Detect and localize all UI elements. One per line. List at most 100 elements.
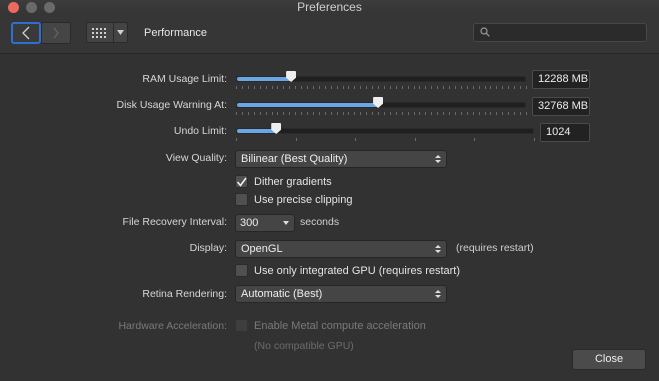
slider-tick — [366, 86, 368, 89]
slider-tick — [253, 86, 255, 89]
show-all-dropdown[interactable] — [114, 22, 128, 43]
retina-rendering-select[interactable]: Automatic (Best) — [235, 285, 447, 303]
slider-tick — [295, 86, 297, 89]
dither-gradients-checkbox[interactable] — [235, 175, 248, 188]
slider-tick — [372, 86, 374, 89]
slider-tick — [241, 112, 243, 115]
toolbar: Performance — [0, 15, 659, 54]
slider-tick — [324, 112, 326, 115]
slider-tick — [342, 86, 344, 89]
show-all-button[interactable] — [86, 22, 114, 43]
slider-tick — [336, 86, 338, 89]
view-quality-select[interactable]: Bilinear (Best Quality) — [235, 150, 447, 168]
slider-tick — [307, 112, 309, 115]
slider-tick — [277, 86, 279, 89]
slider-tick — [431, 86, 433, 89]
file-recovery-combo[interactable]: 300 — [235, 214, 295, 232]
disk-warning-slider[interactable] — [236, 97, 527, 120]
slider-tick — [520, 112, 522, 115]
metal-compute-checkbox — [235, 319, 248, 332]
display-select[interactable]: OpenGL — [235, 240, 447, 258]
precise-clipping-label[interactable]: Use precise clipping — [254, 194, 352, 206]
display-label: Display: — [189, 242, 227, 254]
back-button[interactable] — [11, 22, 41, 44]
slider-tick — [253, 112, 255, 115]
hardware-acceleration-label: Hardware Acceleration: — [118, 320, 227, 332]
dither-gradients-label[interactable]: Dither gradients — [254, 176, 332, 188]
title-bar: Preferences — [0, 0, 659, 15]
slider-tick — [425, 112, 427, 115]
slider-tick — [330, 86, 332, 89]
slider-tick — [514, 86, 516, 89]
slider-tick — [295, 138, 297, 141]
search-icon — [480, 27, 490, 37]
slider-tick — [395, 86, 397, 89]
slider-tick — [277, 112, 279, 115]
slider-tick — [289, 112, 291, 115]
disk-warning-value[interactable]: 32768 MB — [532, 97, 590, 116]
slider-tick — [514, 112, 516, 115]
section-title: Performance — [144, 27, 207, 39]
slider-tick — [454, 86, 456, 89]
slider-tick — [336, 112, 338, 115]
slider-tick — [526, 86, 527, 89]
search-input[interactable] — [494, 25, 646, 42]
slider-tick — [490, 86, 492, 89]
integrated-gpu-label[interactable]: Use only integrated GPU (requires restar… — [254, 265, 460, 277]
integrated-gpu-checkbox[interactable] — [235, 264, 248, 277]
slider-tick — [236, 138, 237, 141]
forward-button[interactable] — [41, 22, 71, 44]
ram-usage-value[interactable]: 12288 MB — [532, 70, 590, 89]
minimize-window-button[interactable] — [26, 2, 37, 13]
display-restart-note: (requires restart) — [456, 242, 534, 254]
slider-tick — [289, 86, 291, 89]
close-window-button[interactable] — [8, 2, 19, 13]
precise-clipping-checkbox[interactable] — [235, 193, 248, 206]
file-recovery-label: File Recovery Interval: — [122, 216, 227, 228]
slider-tick — [241, 86, 243, 89]
slider-tick — [502, 112, 504, 115]
slider-tick — [383, 86, 385, 89]
slider-tick — [472, 86, 474, 89]
slider-tick — [312, 86, 314, 89]
slider-tick — [348, 112, 350, 115]
grid-icon — [92, 27, 106, 38]
slider-tick — [437, 86, 439, 89]
updown-arrows-icon — [435, 245, 441, 253]
slider-tick — [534, 138, 535, 141]
chevron-right-icon — [53, 27, 59, 39]
ram-usage-label: RAM Usage Limit: — [142, 73, 227, 85]
no-compatible-gpu-note: (No compatible GPU) — [254, 340, 354, 352]
slider-tick — [355, 138, 357, 141]
slider-tick — [460, 86, 462, 89]
ram-usage-slider[interactable] — [236, 71, 527, 94]
slider-tick — [366, 112, 368, 115]
view-quality-label: View Quality: — [165, 152, 227, 164]
undo-limit-value[interactable]: 1024 — [540, 123, 590, 142]
slider-tick — [401, 112, 403, 115]
slider-tick — [318, 112, 320, 115]
slider-tick — [259, 86, 261, 89]
slider-tick — [443, 112, 445, 115]
close-button[interactable]: Close — [572, 349, 646, 370]
checkmark-icon — [236, 177, 247, 187]
search-field[interactable] — [473, 23, 647, 42]
slider-tick — [342, 112, 344, 115]
slider-tick — [247, 86, 249, 89]
slider-tick — [413, 86, 415, 89]
file-recovery-value: 300 — [240, 217, 259, 229]
slider-tick — [431, 112, 433, 115]
slider-tick — [520, 86, 522, 89]
slider-tick — [389, 86, 391, 89]
undo-limit-slider[interactable] — [236, 123, 535, 146]
slider-tick — [271, 86, 273, 89]
slider-tick — [360, 112, 362, 115]
zoom-window-button[interactable] — [44, 2, 55, 13]
caret-down-icon — [283, 221, 289, 225]
slider-tick — [437, 112, 439, 115]
updown-arrows-icon — [435, 155, 441, 163]
slider-tick — [295, 112, 297, 115]
slider-tick — [283, 112, 285, 115]
slider-tick — [490, 112, 492, 115]
display-value: OpenGL — [241, 243, 283, 255]
